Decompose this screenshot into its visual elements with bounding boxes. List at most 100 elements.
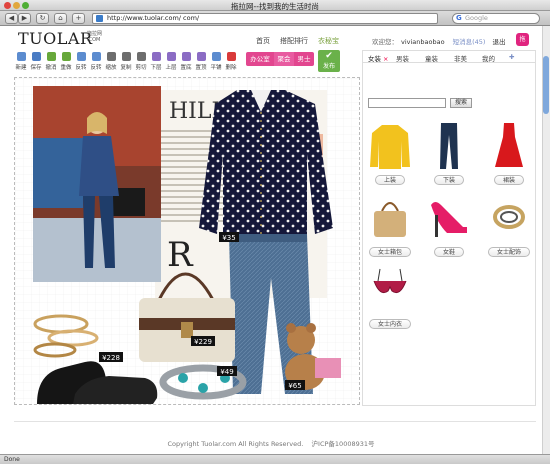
nav-wizard-link[interactable]: 衣秘宝 (318, 36, 339, 46)
copyright-text: Copyright Tuolar.com All Rights Reserved… (167, 440, 304, 448)
category-label: 下装 (433, 175, 464, 185)
svg-text:¥35: ¥35 (222, 234, 235, 242)
tab-mine[interactable]: 我的 (482, 53, 495, 63)
cut-icon (136, 52, 146, 61)
nav-ranking-link[interactable]: 搭配排行 (280, 36, 308, 46)
svg-text:¥228: ¥228 (102, 354, 120, 362)
tile-icon (211, 52, 221, 61)
tool-delete-button[interactable]: 删除 (224, 52, 238, 71)
back-button[interactable]: ◀ (5, 13, 18, 24)
svg-text:¥65: ¥65 (288, 382, 301, 390)
add-bookmark-button[interactable]: + (72, 13, 85, 24)
ring-icon (493, 205, 525, 229)
copy-icon (121, 52, 131, 61)
site-logo-sub: 拖拉网 .COM (87, 31, 102, 43)
flip-v-icon (91, 52, 101, 61)
collage-art: HILD IN R (15, 78, 359, 404)
category-label: 女士配饰 (487, 247, 530, 257)
tab-men[interactable]: 男装 (396, 53, 409, 63)
collage-canvas[interactable]: HILD IN R (14, 77, 360, 405)
web-page: TUOLAR 拖拉网 .COM 首页 搭配排行 衣秘宝 欢迎您： vivianba… (0, 26, 550, 454)
username-link[interactable]: vivianbaobao (401, 38, 445, 46)
category-dresses[interactable]: 裙装 (487, 121, 531, 185)
footer-divider (14, 421, 536, 422)
new-icon (16, 52, 26, 61)
page-scrollbar[interactable] (542, 26, 550, 454)
close-tab-icon: × (383, 55, 389, 63)
heels-icon (431, 202, 467, 237)
category-accessories[interactable]: 女士配饰 (487, 193, 531, 257)
google-icon: G (456, 14, 462, 22)
layer-down-icon (151, 52, 161, 61)
tab-women[interactable]: 女装 × (368, 53, 388, 63)
category-label: 女士箱包 (368, 247, 411, 257)
save-icon (31, 52, 41, 61)
tuolar-badge[interactable]: 拖 (516, 33, 529, 46)
category-shoes[interactable]: 女鞋 (427, 193, 471, 257)
category-label: 女士内衣 (368, 319, 411, 329)
office-button[interactable]: 办公室 (246, 52, 274, 66)
zoom-icon (106, 52, 116, 61)
address-bar[interactable]: http://www.tuolar.com/ com/ (92, 13, 438, 24)
search-bar[interactable]: G Google (452, 13, 540, 24)
party-button[interactable]: 聚会 (274, 52, 294, 66)
category-label: 裙装 (493, 175, 524, 185)
category-tops[interactable]: 上装 (368, 121, 412, 185)
flip-h-icon (76, 52, 86, 61)
model-photo (33, 86, 161, 282)
category-bags[interactable]: 女士箱包 (368, 193, 412, 257)
icp-text: 沪ICP备10008931号 (311, 440, 375, 448)
svg-text:R: R (167, 235, 194, 275)
category-label: 女鞋 (433, 247, 464, 257)
to-top-icon (196, 52, 206, 61)
welcome-label: 欢迎您： (372, 38, 398, 46)
redo-icon (61, 52, 71, 61)
messages-link[interactable]: 短消息(45) (453, 38, 486, 46)
library-search-input[interactable] (368, 98, 446, 108)
price-tag: ¥65 (285, 380, 305, 390)
svg-text:¥49: ¥49 (220, 368, 233, 376)
window-titlebar: 拖拉网--找到我的生活时尚 (0, 0, 550, 11)
forward-button[interactable]: ▶ (18, 13, 31, 24)
handbag-icon (374, 202, 406, 237)
browser-toolbar: ◀ ▶ ↻ ⌂ + http://www.tuolar.com/ com/ G … (0, 11, 550, 26)
price-tag: ¥35 (219, 232, 239, 242)
layer-up-icon (166, 52, 176, 61)
nav-home-link[interactable]: 首页 (256, 36, 270, 46)
category-tabs: 女装 × 男装 童装 非美 我的 ✚ (363, 51, 535, 63)
add-tab-icon[interactable]: ✚ (509, 53, 514, 61)
jeans-icon (440, 123, 458, 169)
reload-button[interactable]: ↻ (36, 13, 49, 24)
address-text: http://www.tuolar.com/ com/ (107, 14, 200, 22)
library-search-button[interactable]: 搜索 (450, 98, 472, 108)
tab-beauty[interactable]: 非美 (454, 53, 467, 63)
status-bar: Done (0, 454, 550, 464)
dress-icon (495, 123, 523, 167)
site-logo[interactable]: TUOLAR (18, 29, 93, 48)
logout-link[interactable]: 退出 (492, 38, 505, 46)
sweater-icon (370, 125, 410, 169)
item-library-panel: 女装 × 男装 童装 非美 我的 ✚ 搜索 上装 下装 裙装 女士箱包 女鞋 女… (362, 50, 536, 406)
price-tag: ¥229 (191, 336, 215, 346)
site-footer: Copyright Tuolar.com All Rights Reserved… (0, 438, 542, 448)
scrollbar-thumb[interactable] (543, 56, 549, 114)
svg-text:¥229: ¥229 (194, 338, 212, 346)
home-button[interactable]: ⌂ (54, 13, 67, 24)
category-bottoms[interactable]: 下装 (427, 121, 471, 185)
men-button[interactable]: 男士 (294, 52, 314, 66)
price-tag: ¥49 (217, 366, 237, 376)
publish-button[interactable]: ✔ 发布 (318, 50, 340, 72)
to-bottom-icon (181, 52, 191, 61)
tab-kids[interactable]: 童装 (425, 53, 438, 63)
price-tag: ¥228 (99, 352, 123, 362)
logo-sub-com: .COM (87, 37, 101, 43)
user-welcome: 欢迎您： vivianbaobao 短消息(45) 退出 (372, 36, 505, 46)
publish-label: 发布 (322, 63, 335, 70)
tool-label: 删除 (225, 65, 237, 71)
category-lingerie[interactable]: 女士内衣 (368, 265, 412, 329)
undo-icon (46, 52, 56, 61)
category-label: 上装 (374, 175, 405, 185)
checkmark-icon: ✔ (325, 51, 333, 61)
site-favicon-icon (96, 15, 103, 22)
search-placeholder: Google (465, 14, 488, 22)
